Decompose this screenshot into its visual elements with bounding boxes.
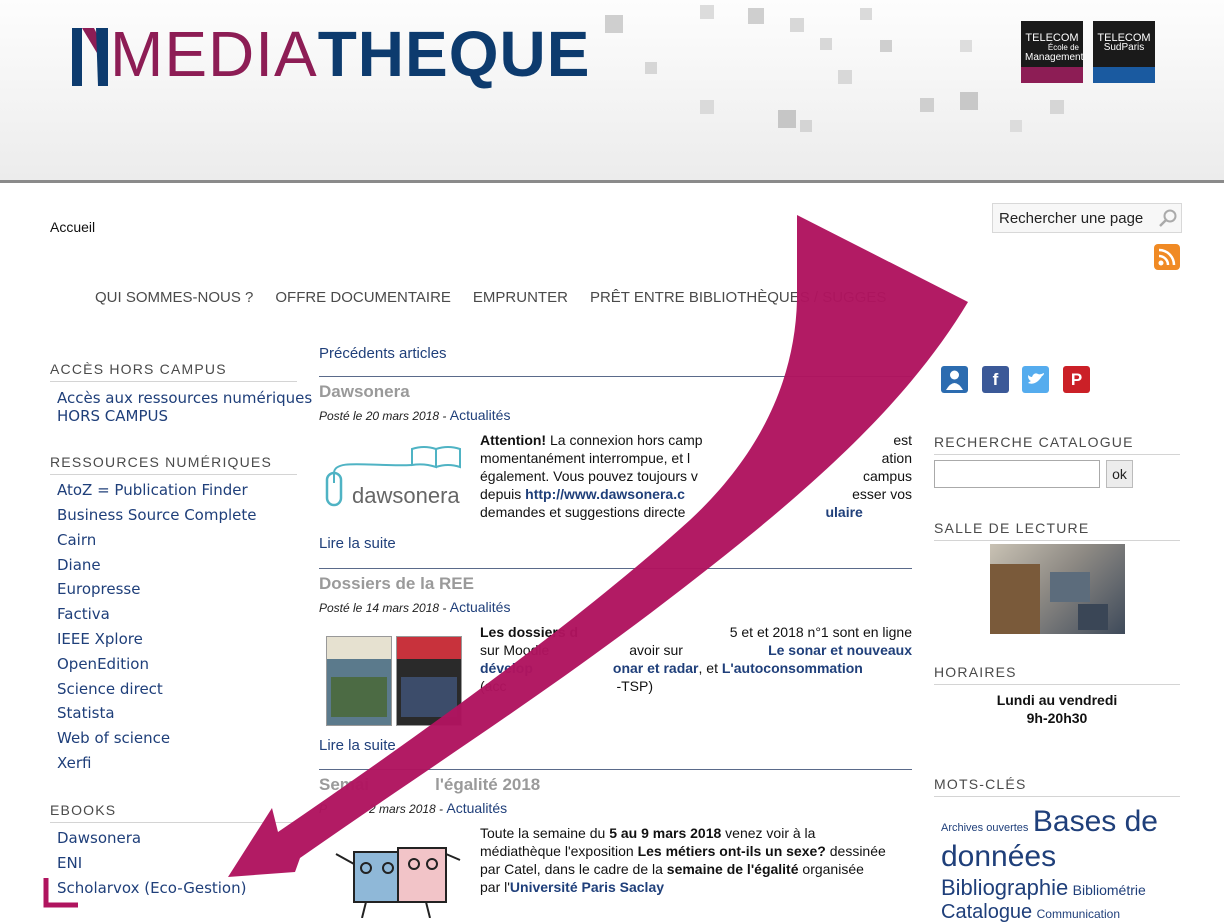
annotation-arrow-overlay — [43, 215, 968, 908]
annotation-bracket — [43, 878, 78, 908]
annotation-arrow — [228, 215, 968, 877]
